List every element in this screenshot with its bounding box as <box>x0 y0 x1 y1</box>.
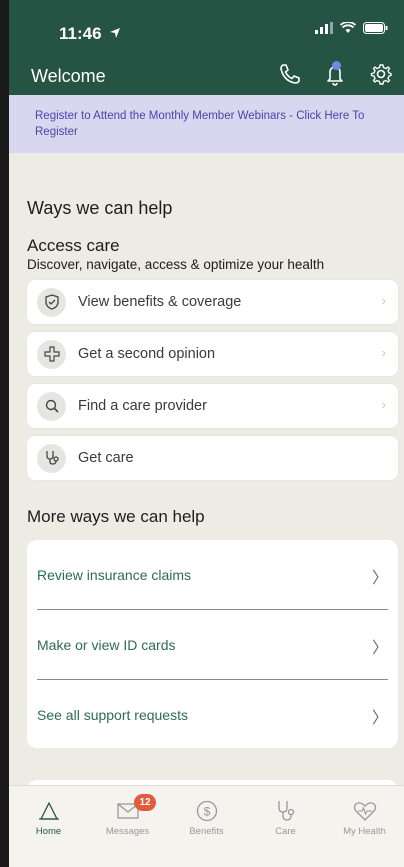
tab-home[interactable]: Home <box>9 786 88 867</box>
second-opinion-button[interactable]: Get a second opinion › <box>27 332 398 376</box>
get-care-label: Get care <box>78 450 134 466</box>
view-benefits-button[interactable]: View benefits & coverage › <box>27 280 398 324</box>
more-ways-heading: More ways we can help <box>27 507 205 526</box>
system-icons <box>315 22 388 34</box>
webinar-banner[interactable]: Register to Attend the Monthly Member We… <box>9 95 404 153</box>
search-icon <box>37 391 66 421</box>
stethoscope-icon <box>37 443 66 473</box>
bottom-tab-bar: Home 12 Messages $ Benefits Care My Heal… <box>9 785 404 867</box>
find-provider-button[interactable]: Find a care provider › <box>27 384 398 428</box>
chevron-right-icon: 〉 <box>371 570 388 587</box>
chevron-right-icon: › <box>381 293 386 308</box>
location-arrow-icon <box>110 28 121 38</box>
find-provider-label: Find a care provider <box>78 398 207 414</box>
tab-care-label: Care <box>275 826 296 837</box>
cross-icon <box>37 339 66 369</box>
svg-text:$: $ <box>203 805 210 819</box>
app-header: Welcome <box>9 60 404 95</box>
tab-home-label: Home <box>35 826 62 837</box>
cellular-signal-icon <box>315 22 333 34</box>
id-cards-label: Make or view ID cards <box>37 636 176 653</box>
chevron-right-icon: 〉 <box>371 640 388 657</box>
notifications-bell-icon[interactable] <box>322 61 348 87</box>
tab-care[interactable]: Care <box>246 786 325 867</box>
tab-my-health-label: My Health <box>343 826 386 837</box>
access-care-title: Access care <box>27 236 120 255</box>
id-cards-link[interactable]: Make or view ID cards 〉 <box>37 610 388 680</box>
notification-dot <box>332 61 341 70</box>
settings-gear-icon[interactable] <box>368 61 394 87</box>
tab-benefits-label: Benefits <box>189 826 224 837</box>
heart-icon <box>353 802 376 821</box>
dollar-icon: $ <box>196 800 217 822</box>
stethoscope-icon <box>277 801 294 821</box>
status-time: 11:46 <box>59 24 121 44</box>
messages-badge: 12 <box>134 794 156 811</box>
phone-icon[interactable] <box>276 61 302 87</box>
tab-messages[interactable]: 12 Messages <box>88 786 167 867</box>
page-title: Welcome <box>31 66 106 86</box>
phone-screen: 11:46 Welcome Register to Attend the Mon… <box>9 0 404 867</box>
second-opinion-label: Get a second opinion <box>78 346 216 362</box>
tab-benefits[interactable]: $ Benefits <box>167 786 246 867</box>
main-content: Ways we can help Access care Discover, n… <box>9 198 404 748</box>
more-ways-list: Review insurance claims 〉 Make or view I… <box>27 540 398 748</box>
access-care-subtitle: Discover, navigate, access & optimize yo… <box>27 257 325 272</box>
get-care-button[interactable]: Get care <box>27 436 398 480</box>
support-requests-label: See all support requests <box>37 707 188 723</box>
section-heading: Ways we can help <box>27 198 173 218</box>
tab-messages-label: Messages <box>105 826 150 837</box>
view-benefits-label: View benefits & coverage <box>78 294 242 310</box>
support-requests-link[interactable]: See all support requests 〉 <box>37 680 388 750</box>
review-claims-label: Review insurance claims <box>37 566 192 583</box>
status-time-text: 11:46 <box>59 24 102 43</box>
wifi-icon <box>340 22 356 33</box>
status-bar: 11:46 <box>9 0 404 60</box>
battery-icon <box>363 22 388 34</box>
review-claims-link[interactable]: Review insurance claims 〉 <box>37 540 388 610</box>
header-actions <box>276 61 394 87</box>
chevron-right-icon: › <box>381 397 386 412</box>
shield-check-icon <box>37 287 66 317</box>
tab-my-health[interactable]: My Health <box>325 786 404 867</box>
chevron-right-icon: 〉 <box>371 710 388 727</box>
chevron-right-icon: › <box>381 345 386 360</box>
home-icon <box>38 802 59 820</box>
